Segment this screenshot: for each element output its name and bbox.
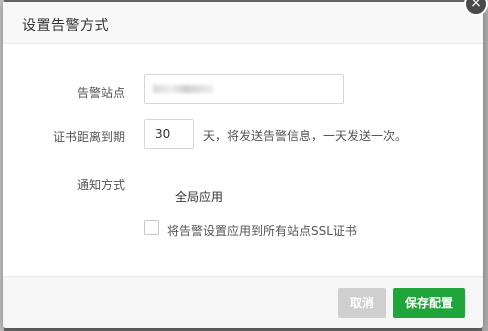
notify-method-label: 通知方式: [76, 178, 125, 192]
apply-all-checkbox[interactable]: [144, 220, 159, 235]
save-config-button[interactable]: 保存配置: [393, 288, 465, 318]
days-before-expiry-input[interactable]: 30: [144, 119, 194, 149]
alert-settings-dialog: 设置告警方式 告警站点 证书距离到期 30 天，将发送告警信息，一天发送一次。 …: [3, 2, 483, 328]
alert-site-label: 告警站点: [76, 86, 125, 100]
alert-site-field[interactable]: [144, 74, 344, 104]
dialog-header: 设置告警方式: [3, 2, 483, 44]
apply-all-label[interactable]: 将告警设置应用到所有站点SSL证书: [167, 222, 357, 239]
dialog-title: 设置告警方式: [22, 18, 109, 34]
dialog-footer: 取消 保存配置: [3, 276, 483, 328]
days-before-expiry-label: 证书距离到期: [52, 130, 125, 144]
days-hint-text: 天，将发送告警信息，一天发送一次。: [203, 129, 408, 143]
notify-scope-text: 全局应用: [175, 190, 224, 204]
site-value-redacted: [153, 85, 213, 93]
cancel-button[interactable]: 取消: [338, 288, 386, 318]
